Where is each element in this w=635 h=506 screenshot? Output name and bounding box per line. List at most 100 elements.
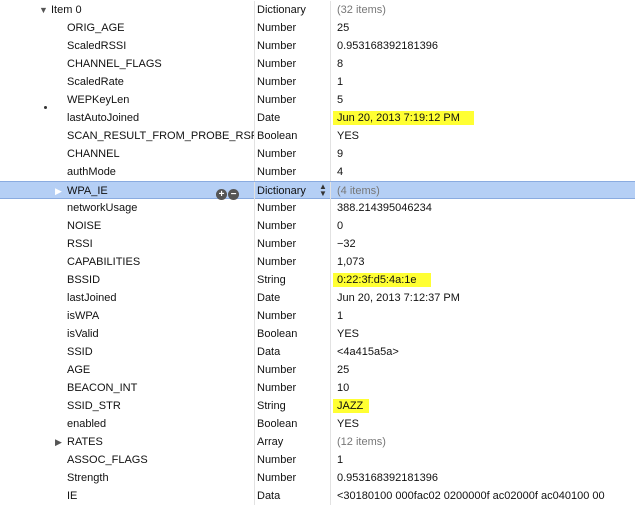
- value-cell[interactable]: 10: [330, 379, 635, 397]
- type-cell[interactable]: Date: [254, 109, 330, 127]
- key-cell[interactable]: IE: [0, 487, 254, 505]
- key-cell[interactable]: isValid: [0, 325, 254, 343]
- type-cell[interactable]: String: [254, 271, 330, 289]
- table-row[interactable]: AGE Number 25: [0, 361, 635, 379]
- type-cell[interactable]: Date: [254, 289, 330, 307]
- type-cell[interactable]: Array: [254, 433, 330, 451]
- key-cell[interactable]: ORIG_AGE: [0, 19, 254, 37]
- type-cell[interactable]: Number: [254, 199, 330, 217]
- value-cell[interactable]: <30180100 000fac02 0200000f ac02000f ac0…: [330, 487, 635, 505]
- up-down-stepper-icon[interactable]: ▲ ▼: [319, 183, 327, 198]
- type-cell[interactable]: Boolean: [254, 415, 330, 433]
- table-row[interactable]: CAPABILITIES Number 1,073: [0, 253, 635, 271]
- value-cell[interactable]: (4 items): [330, 182, 635, 200]
- value-cell[interactable]: 25: [330, 361, 635, 379]
- disclosure-triangle-right-icon[interactable]: ▶: [55, 182, 62, 200]
- type-cell[interactable]: Number: [254, 55, 330, 73]
- key-cell[interactable]: BSSID: [0, 271, 254, 289]
- table-row[interactable]: CHANNEL_FLAGS Number 8: [0, 55, 635, 73]
- key-cell[interactable]: BEACON_INT: [0, 379, 254, 397]
- key-cell[interactable]: RSSI: [0, 235, 254, 253]
- value-cell[interactable]: 0.953168392181396: [330, 37, 635, 55]
- table-row[interactable]: authMode Number 4: [0, 163, 635, 181]
- key-cell[interactable]: CHANNEL_FLAGS: [0, 55, 254, 73]
- type-cell[interactable]: Number: [254, 469, 330, 487]
- value-cell[interactable]: 1: [330, 73, 635, 91]
- key-cell[interactable]: ASSOC_FLAGS: [0, 451, 254, 469]
- table-row[interactable]: ASSOC_FLAGS Number 1: [0, 451, 635, 469]
- table-row[interactable]: IE Data <30180100 000fac02 0200000f ac0200…: [0, 487, 635, 505]
- table-row[interactable]: networkUsage Number 388.214395046234: [0, 199, 635, 217]
- table-row[interactable]: Strength Number 0.953168392181396: [0, 469, 635, 487]
- key-cell[interactable]: ▼ Item 0: [0, 1, 254, 19]
- value-cell[interactable]: 1,073: [330, 253, 635, 271]
- value-cell[interactable]: (12 items): [330, 433, 635, 451]
- value-cell[interactable]: 0.953168392181396: [330, 469, 635, 487]
- table-row[interactable]: enabled Boolean YES: [0, 415, 635, 433]
- type-cell[interactable]: Number: [254, 145, 330, 163]
- value-cell[interactable]: Jun 20, 2013 7:12:37 PM: [330, 289, 635, 307]
- value-cell[interactable]: 388.214395046234: [330, 199, 635, 217]
- key-cell[interactable]: SSID: [0, 343, 254, 361]
- type-cell[interactable]: Number: [254, 91, 330, 109]
- type-cell[interactable]: Number: [254, 73, 330, 91]
- key-cell[interactable]: AGE: [0, 361, 254, 379]
- table-row[interactable]: RSSI Number −32: [0, 235, 635, 253]
- key-cell[interactable]: ScaledRSSI: [0, 37, 254, 55]
- value-cell[interactable]: JAZZ: [330, 397, 635, 415]
- value-cell[interactable]: 8: [330, 55, 635, 73]
- table-row[interactable]: BSSID String 0:22:3f:d5:4a:1e: [0, 271, 635, 289]
- table-row[interactable]: ▶ WPA_IE + − Dictionary ▲ ▼ (4 items): [0, 181, 635, 200]
- type-cell[interactable]: Dictionary: [254, 1, 330, 19]
- key-cell[interactable]: ▶ WPA_IE + −: [0, 182, 254, 200]
- table-row[interactable]: ORIG_AGE Number 25: [0, 19, 635, 37]
- disclosure-triangle-down-icon[interactable]: ▼: [39, 1, 48, 19]
- key-cell[interactable]: lastAutoJoined: [0, 109, 254, 127]
- key-cell[interactable]: WEPKeyLen: [0, 91, 254, 109]
- value-cell[interactable]: YES: [330, 415, 635, 433]
- table-row[interactable]: isWPA Number 1: [0, 307, 635, 325]
- table-row[interactable]: CHANNEL Number 9: [0, 145, 635, 163]
- table-row[interactable]: ▼ Item 0 Dictionary (32 items): [0, 1, 635, 19]
- type-cell[interactable]: Boolean: [254, 127, 330, 145]
- type-cell[interactable]: Number: [254, 217, 330, 235]
- type-cell[interactable]: Number: [254, 307, 330, 325]
- type-cell[interactable]: Number: [254, 37, 330, 55]
- key-cell[interactable]: authMode: [0, 163, 254, 181]
- table-row[interactable]: lastJoined Date Jun 20, 2013 7:12:37 PM: [0, 289, 635, 307]
- value-cell[interactable]: 1: [330, 451, 635, 469]
- value-cell[interactable]: 0:22:3f:d5:4a:1e: [330, 271, 635, 289]
- table-row[interactable]: WEPKeyLen Number 5: [0, 91, 635, 109]
- value-cell[interactable]: <4a415a5a>: [330, 343, 635, 361]
- key-cell[interactable]: isWPA: [0, 307, 254, 325]
- type-cell[interactable]: Data: [254, 487, 330, 505]
- type-cell[interactable]: Number: [254, 235, 330, 253]
- table-row[interactable]: BEACON_INT Number 10: [0, 379, 635, 397]
- key-cell[interactable]: networkUsage: [0, 199, 254, 217]
- table-row[interactable]: NOISE Number 0: [0, 217, 635, 235]
- key-cell[interactable]: Strength: [0, 469, 254, 487]
- key-cell[interactable]: CAPABILITIES: [0, 253, 254, 271]
- value-cell[interactable]: YES: [330, 127, 635, 145]
- table-row[interactable]: SSID_STR String JAZZ: [0, 397, 635, 415]
- key-cell[interactable]: ▶ RATES: [0, 433, 254, 451]
- type-cell[interactable]: Number: [254, 163, 330, 181]
- type-cell[interactable]: Boolean: [254, 325, 330, 343]
- value-cell[interactable]: Jun 20, 2013 7:19:12 PM: [330, 109, 635, 127]
- value-cell[interactable]: 4: [330, 163, 635, 181]
- type-cell[interactable]: Dictionary ▲ ▼: [254, 182, 330, 200]
- key-cell[interactable]: SCAN_RESULT_FROM_PROBE_RSP: [0, 127, 254, 145]
- key-cell[interactable]: CHANNEL: [0, 145, 254, 163]
- table-row[interactable]: SCAN_RESULT_FROM_PROBE_RSP Boolean YES: [0, 127, 635, 145]
- key-cell[interactable]: lastJoined: [0, 289, 254, 307]
- type-cell[interactable]: Number: [254, 253, 330, 271]
- table-row[interactable]: ScaledRate Number 1: [0, 73, 635, 91]
- key-cell[interactable]: NOISE: [0, 217, 254, 235]
- type-cell[interactable]: Number: [254, 379, 330, 397]
- type-cell[interactable]: Number: [254, 361, 330, 379]
- key-cell[interactable]: enabled: [0, 415, 254, 433]
- key-cell[interactable]: SSID_STR: [0, 397, 254, 415]
- value-cell[interactable]: −32: [330, 235, 635, 253]
- value-cell[interactable]: 5: [330, 91, 635, 109]
- table-row[interactable]: ScaledRSSI Number 0.953168392181396: [0, 37, 635, 55]
